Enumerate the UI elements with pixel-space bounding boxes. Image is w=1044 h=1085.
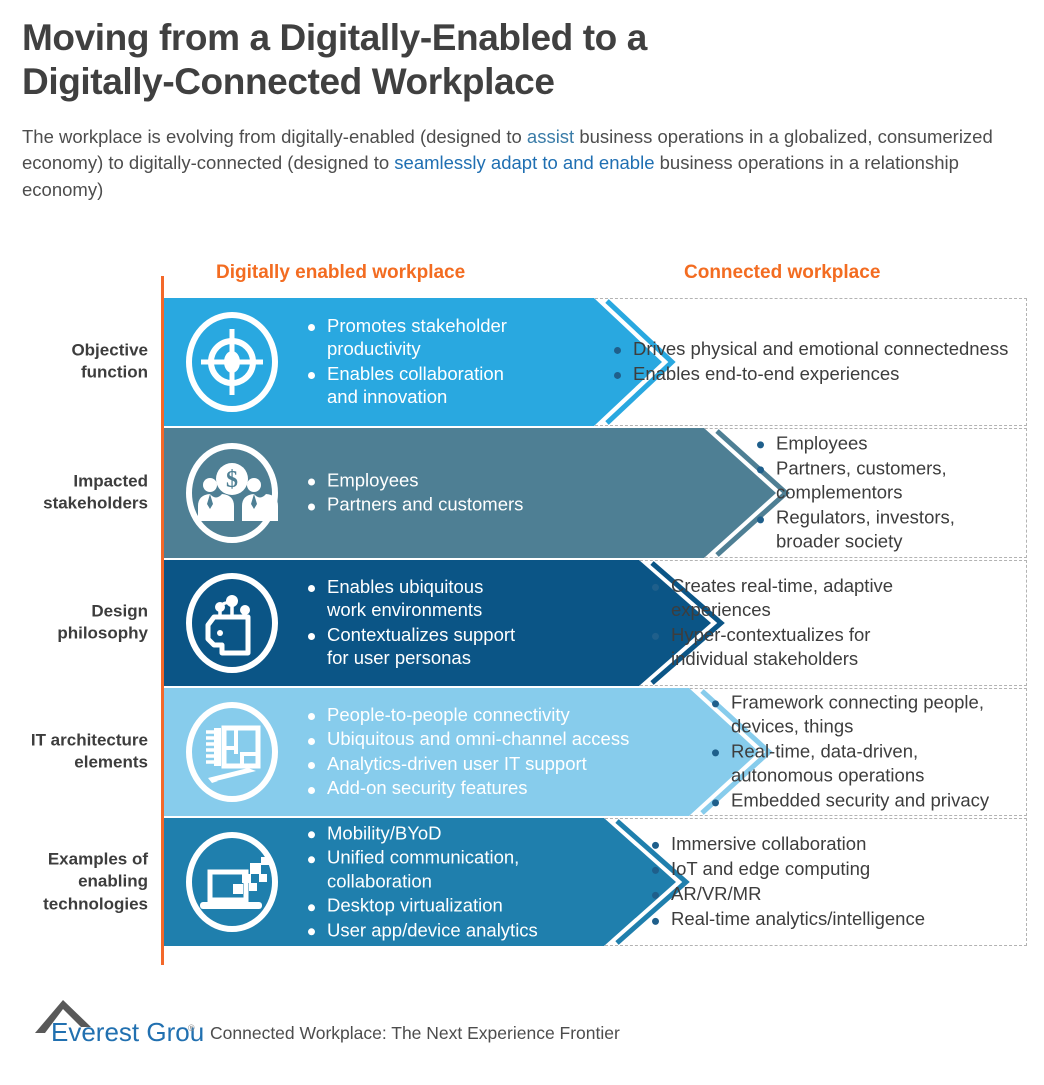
svg-text:Everest Group: Everest Group <box>51 1017 205 1047</box>
row-right-bullets: Creates real-time, adaptive experiences H… <box>650 574 893 672</box>
bullet-item: Real-time, data-driven, autonomous opera… <box>710 739 989 787</box>
bullet-item: Desktop virtualization <box>306 894 538 917</box>
row-left-bullets: Mobility/BYoD Unified communication, coll… <box>306 821 538 942</box>
row-label: IT architecture elements <box>30 730 148 772</box>
bullet-item: Framework connecting people, devices, th… <box>710 690 989 738</box>
row-icon-holder <box>164 818 304 946</box>
comparison-row: Impacted stakeholders $ Employees Partner… <box>0 428 1044 558</box>
bullet-item: Drives physical and emotional connectedn… <box>612 337 1008 361</box>
row-right-bullets: Immersive collaboration IoT and edge comp… <box>650 832 925 932</box>
bullet-item: Real-time analytics/intelligence <box>650 907 925 931</box>
bullet-item: Promotes stakeholder productivity <box>306 314 507 361</box>
bullet-item: Immersive collaboration <box>650 832 925 856</box>
row-right-bullets: Employees Partners, customers, complement… <box>755 431 955 554</box>
bullet-item: Enables collaboration and innovation <box>306 362 507 409</box>
bullet-item: Mobility/BYoD <box>306 821 538 844</box>
head-ai-nodes-icon <box>180 571 284 675</box>
row-left-bullets: Employees Partners and customers <box>306 469 523 518</box>
blueprint-pencil-icon <box>180 700 284 804</box>
footer: Everest Group ® Connected Workplace: The… <box>33 993 620 1049</box>
bullet-item: Employees <box>306 469 523 492</box>
bullet-item: Embedded security and privacy <box>710 789 989 813</box>
comparison-row: Design philosophy Enables ubiquitous wor… <box>0 560 1044 686</box>
row-left-bullets: Enables ubiquitous work environments Cont… <box>306 575 515 671</box>
bullet-item: Employees <box>755 431 955 455</box>
bullet-item: Analytics-driven user IT support <box>306 752 629 775</box>
comparison-row: Examples of enabling technologies Mobili… <box>0 818 1044 946</box>
bullet-item: AR/VR/MR <box>650 882 925 906</box>
bullet-item: Unified communication, collaboration <box>306 846 538 893</box>
bullet-item: Enables ubiquitous work environments <box>306 575 515 622</box>
bullet-item: Add-on security features <box>306 776 629 799</box>
row-label: Impacted stakeholders <box>43 471 148 513</box>
bullet-item: Contextualizes support for user personas <box>306 623 515 670</box>
bullet-item: People-to-people connectivity <box>306 703 629 726</box>
comparison-row: Objective function Promotes stakeholder … <box>0 298 1044 426</box>
row-right-bullets: Drives physical and emotional connectedn… <box>612 337 1008 387</box>
comparison-row: IT architecture elements People-to-peopl… <box>0 688 1044 816</box>
bullet-item: Creates real-time, adaptive experiences <box>650 574 893 622</box>
footer-caption: Connected Workplace: The Next Experience… <box>210 1023 620 1043</box>
svg-text:®: ® <box>188 1023 195 1033</box>
comparison-rows: Objective function Promotes stakeholder … <box>0 0 1044 1085</box>
target-crosshair-icon <box>180 310 284 414</box>
row-label: Examples of enabling technologies <box>43 849 148 914</box>
bullet-item: Hyper-contextualizes for individual stak… <box>650 623 893 671</box>
laptop-digital-tiles-icon <box>180 830 284 934</box>
bullet-item: User app/device analytics <box>306 918 538 941</box>
row-icon-holder <box>164 560 304 686</box>
bullet-item: IoT and edge computing <box>650 857 925 881</box>
row-label: Design philosophy <box>57 601 148 643</box>
bullet-item: Partners and customers <box>306 493 523 516</box>
bullet-item: Regulators, investors, broader society <box>755 506 955 554</box>
row-icon-holder <box>164 298 304 426</box>
row-left-bullets: People-to-people connectivity Ubiquitous … <box>306 703 629 801</box>
svg-text:$: $ <box>226 467 238 493</box>
bullet-item: Enables end-to-end experiences <box>612 362 1008 386</box>
row-right-bullets: Framework connecting people, devices, th… <box>710 690 989 813</box>
row-icon-holder <box>164 688 304 816</box>
row-label: Objective function <box>71 340 148 382</box>
bullet-item: Ubiquitous and omni-channel access <box>306 728 629 751</box>
row-icon-holder: $ <box>164 428 304 558</box>
everest-group-logo: Everest Group ® <box>33 993 205 1049</box>
bullet-item: Partners, customers, complementors <box>755 456 955 504</box>
stakeholders-dollar-icon: $ <box>180 441 284 545</box>
row-left-bullets: Promotes stakeholder productivity Enables… <box>306 314 507 410</box>
